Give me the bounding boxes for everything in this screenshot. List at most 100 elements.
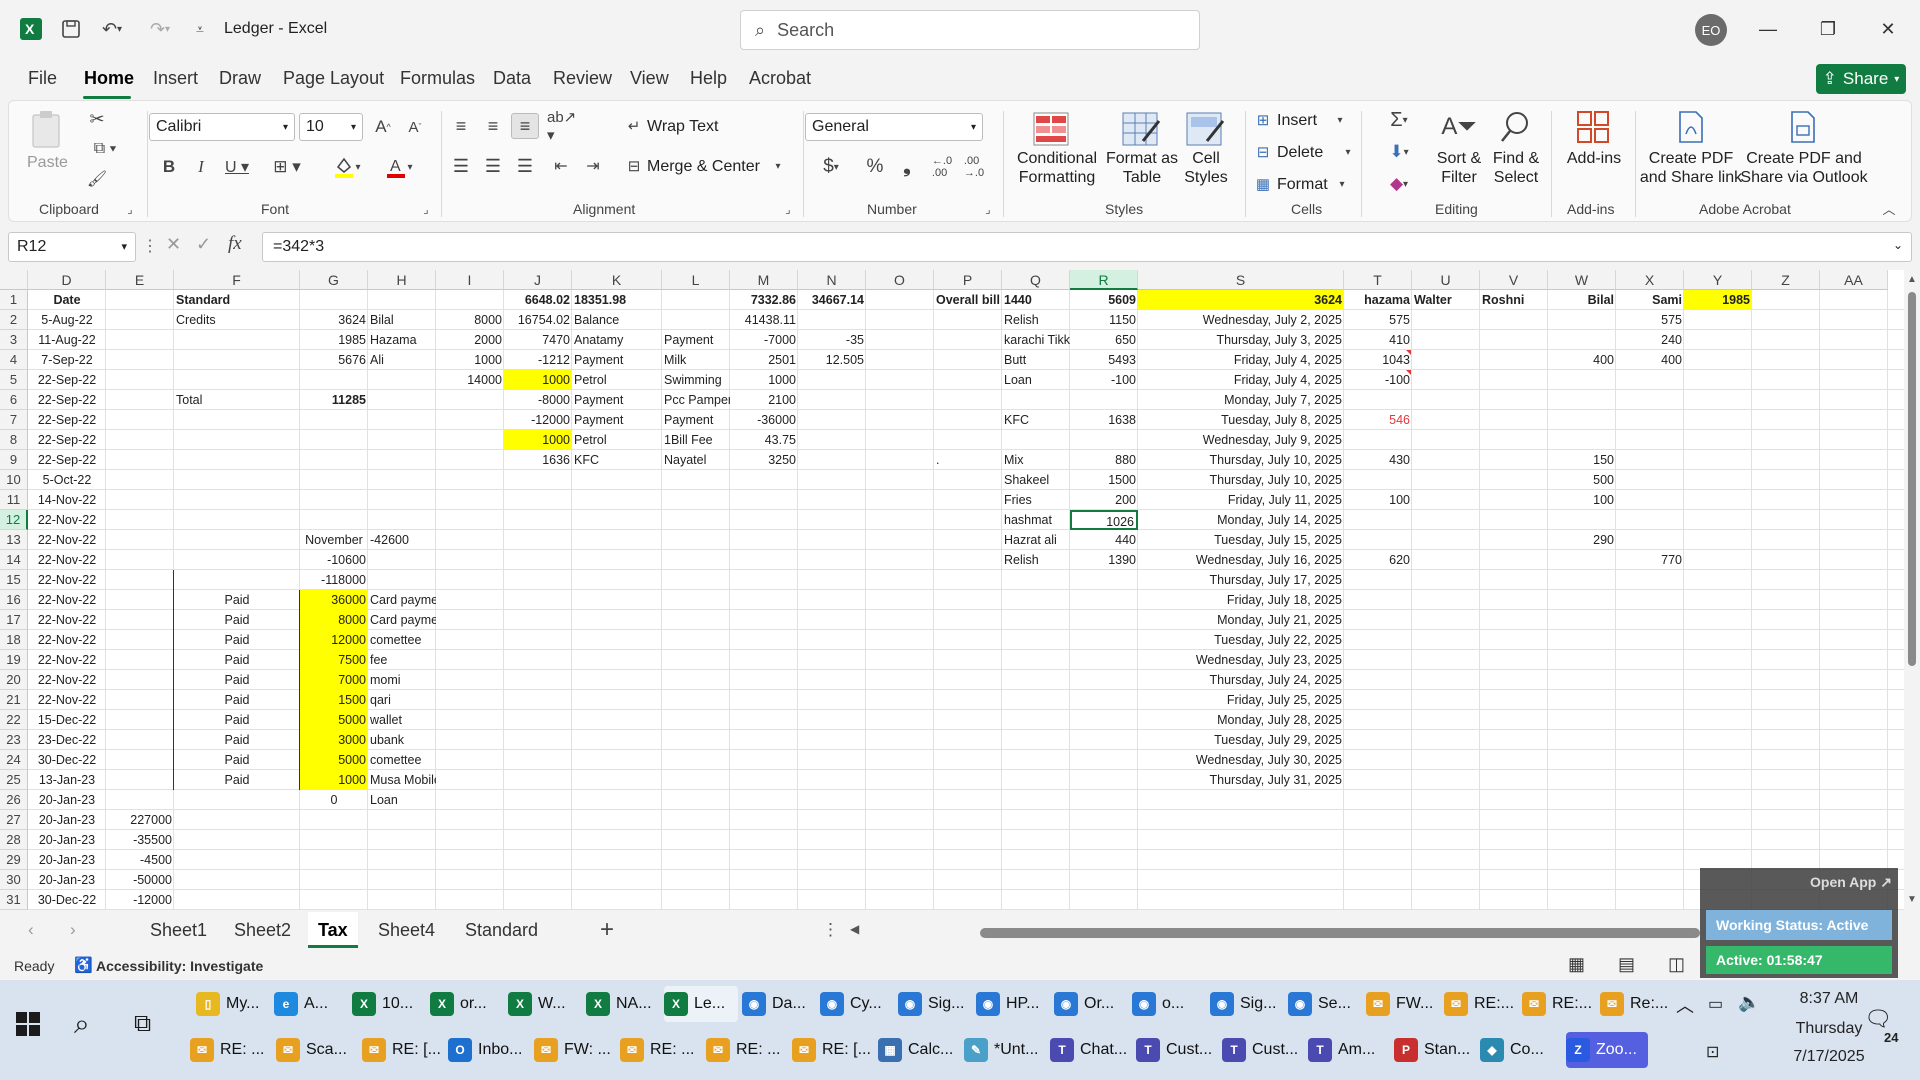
taskbar-item[interactable]: ✉ Re:... xyxy=(1600,986,1674,1022)
taskbar-item[interactable]: ◉ o... xyxy=(1132,986,1206,1022)
cell-d7[interactable]: 22-Sep-22 xyxy=(28,410,106,430)
row-header-18[interactable]: 18 xyxy=(0,630,28,650)
row-header-5[interactable]: 5 xyxy=(0,370,28,390)
dialog-launcher-icon[interactable]: ⌟ xyxy=(781,201,795,217)
add-ins-button[interactable]: Add-ins xyxy=(1559,149,1629,168)
cell-s14[interactable]: Wednesday, July 16, 2025 xyxy=(1138,550,1344,570)
cell-l3[interactable]: Payment xyxy=(662,330,730,350)
cell-t2[interactable]: 575 xyxy=(1344,310,1412,330)
vertical-scrollbar[interactable]: ▲ ▼ xyxy=(1904,270,1920,910)
tab-insert[interactable]: Insert xyxy=(153,68,198,89)
row-header-14[interactable]: 14 xyxy=(0,550,28,570)
cell-d21[interactable]: 22-Nov-22 xyxy=(28,690,106,710)
network-icon[interactable]: ⊡ xyxy=(1706,1042,1719,1062)
cell-f17[interactable]: Paid xyxy=(174,610,300,630)
taskbar-search-icon[interactable]: ⌕ xyxy=(74,1008,90,1041)
row-header-19[interactable]: 19 xyxy=(0,650,28,670)
taskbar-item[interactable]: e A... xyxy=(274,986,348,1022)
cell-x3[interactable]: 240 xyxy=(1616,330,1684,350)
cell-d13[interactable]: 22-Nov-22 xyxy=(28,530,106,550)
taskbar-item[interactable]: ▦ Calc... xyxy=(878,1032,960,1068)
cell-d10[interactable]: 5-Oct-22 xyxy=(28,470,106,490)
cell-d4[interactable]: 7-Sep-22 xyxy=(28,350,106,370)
redo-icon[interactable]: ↷ ▾ xyxy=(140,14,180,44)
cell-s18[interactable]: Tuesday, July 22, 2025 xyxy=(1138,630,1344,650)
cell-d15[interactable]: 22-Nov-22 xyxy=(28,570,106,590)
cell-k8[interactable]: Petrol xyxy=(572,430,662,450)
comma-style-icon[interactable]: ❟ xyxy=(893,153,921,181)
sheet-tab-standard[interactable]: Standard xyxy=(465,920,538,941)
row-header-6[interactable]: 6 xyxy=(0,390,28,410)
cell-h3[interactable]: Hazama xyxy=(368,330,436,350)
cell-s19[interactable]: Wednesday, July 23, 2025 xyxy=(1138,650,1344,670)
cell-h19[interactable]: fee xyxy=(368,650,436,670)
taskbar-item[interactable]: ✉ RE: ... xyxy=(190,1032,272,1068)
cell-g25[interactable]: 1000 xyxy=(300,770,368,790)
column-header-x[interactable]: X xyxy=(1616,270,1684,290)
cell-j2[interactable]: 16754.02 xyxy=(504,310,572,330)
prev-sheet-icon[interactable]: ‹ xyxy=(28,920,34,940)
cell-r7[interactable]: 1638 xyxy=(1070,410,1138,430)
decrease-indent-icon[interactable]: ⇤ xyxy=(547,153,575,179)
tab-data[interactable]: Data xyxy=(493,68,531,89)
cell-d28[interactable]: 20-Jan-23 xyxy=(28,830,106,850)
cell-l6[interactable]: Pcc Pamper xyxy=(662,390,730,410)
row-header-7[interactable]: 7 xyxy=(0,410,28,430)
row-header-2[interactable]: 2 xyxy=(0,310,28,330)
cell-s13[interactable]: Tuesday, July 15, 2025 xyxy=(1138,530,1344,550)
cell-e28[interactable]: -35500 xyxy=(106,830,174,850)
cell-g6[interactable]: 11285 xyxy=(300,390,368,410)
row-header-28[interactable]: 28 xyxy=(0,830,28,850)
sort-filter-button[interactable]: Sort & Filter xyxy=(1429,149,1489,187)
taskbar-item[interactable]: Xor... xyxy=(430,986,504,1022)
chevron-down-icon[interactable]: ▾ xyxy=(771,157,785,175)
cell-v1[interactable]: Roshni xyxy=(1480,290,1548,310)
cell-s4[interactable]: Friday, July 4, 2025 xyxy=(1138,350,1344,370)
sheet-tab-sheet1[interactable]: Sheet1 xyxy=(150,920,207,941)
taskbar-item[interactable]: ◉ Da... xyxy=(742,986,816,1022)
cell-n3[interactable]: -35 xyxy=(798,330,866,350)
cell-q4[interactable]: Butt xyxy=(1002,350,1070,370)
cell-g23[interactable]: 3000 xyxy=(300,730,368,750)
cell-h26[interactable]: Loan xyxy=(368,790,436,810)
cell-d26[interactable]: 20-Jan-23 xyxy=(28,790,106,810)
column-header-g[interactable]: G xyxy=(300,270,368,290)
cell-x14[interactable]: 770 xyxy=(1616,550,1684,570)
column-header-m[interactable]: M xyxy=(730,270,798,290)
column-header-y[interactable]: Y xyxy=(1684,270,1752,290)
column-header-r[interactable]: R xyxy=(1070,270,1138,290)
taskbar-item[interactable]: O Inbo... xyxy=(448,1032,530,1068)
wrap-text-icon[interactable]: ↵ xyxy=(623,115,645,137)
taskbar-item[interactable]: ◉ Cy... xyxy=(820,986,894,1022)
cell-g4[interactable]: 5676 xyxy=(300,350,368,370)
column-header-n[interactable]: N xyxy=(798,270,866,290)
cell-s22[interactable]: Monday, July 28, 2025 xyxy=(1138,710,1344,730)
windows-start-icon[interactable] xyxy=(14,1010,50,1046)
italic-icon[interactable]: I xyxy=(189,153,213,181)
column-header-k[interactable]: K xyxy=(572,270,662,290)
sheet-tab-tax[interactable]: Tax xyxy=(318,920,348,941)
cell-s1[interactable]: 3624 xyxy=(1138,290,1344,310)
taskbar-item[interactable]: ◉ Sig... xyxy=(898,986,972,1022)
cell-h20[interactable]: momi xyxy=(368,670,436,690)
cell-d22[interactable]: 15-Dec-22 xyxy=(28,710,106,730)
cell-n1[interactable]: 34667.14 xyxy=(798,290,866,310)
orientation-icon[interactable]: ab↗ ▾ xyxy=(547,109,587,144)
cell-d11[interactable]: 14-Nov-22 xyxy=(28,490,106,510)
cell-d1[interactable]: Date xyxy=(28,290,106,310)
row-header-13[interactable]: 13 xyxy=(0,530,28,550)
cell-w9[interactable]: 150 xyxy=(1548,450,1616,470)
cell-f20[interactable]: Paid xyxy=(174,670,300,690)
cell-q10[interactable]: Shakeel xyxy=(1002,470,1070,490)
taskbar-item[interactable]: ✉ RE: ... xyxy=(620,1032,702,1068)
tab-draw[interactable]: Draw xyxy=(219,68,261,89)
cell-h18[interactable]: comettee xyxy=(368,630,436,650)
cell-h25[interactable]: Musa Mobile xyxy=(368,770,436,790)
create-pdf-link-icon[interactable] xyxy=(1669,107,1713,147)
cell-g22[interactable]: 5000 xyxy=(300,710,368,730)
cell-l9[interactable]: Nayatel xyxy=(662,450,730,470)
cell-k6[interactable]: Payment xyxy=(572,390,662,410)
taskbar-item[interactable]: ✎ *Unt... xyxy=(964,1032,1046,1068)
column-header-j[interactable]: J xyxy=(504,270,572,290)
cell-s2[interactable]: Wednesday, July 2, 2025 xyxy=(1138,310,1344,330)
